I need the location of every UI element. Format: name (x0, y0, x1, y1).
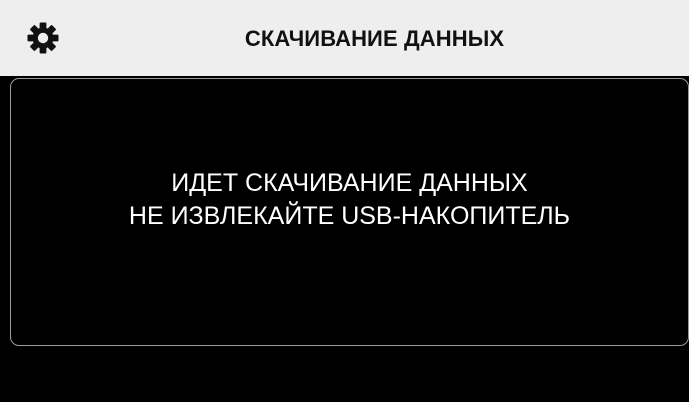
status-message-line-1: ИДЕТ СКАЧИВАНИЕ ДАННЫХ (171, 169, 528, 197)
header-bar: СКАЧИВАНИЕ ДАННЫХ (0, 0, 689, 76)
gear-icon (27, 22, 59, 54)
message-panel: ИДЕТ СКАЧИВАНИЕ ДАННЫХ НЕ ИЗВЛЕКАЙТЕ USB… (10, 78, 689, 346)
settings-button[interactable] (26, 21, 60, 55)
page-title: СКАЧИВАНИЕ ДАННЫХ (244, 26, 505, 51)
status-message: ИДЕТ СКАЧИВАНИЕ ДАННЫХ НЕ ИЗВЛЕКАЙТЕ USB… (11, 167, 688, 233)
download-screen: СКАЧИВАНИЕ ДАННЫХ ИДЕТ СКАЧИВАНИЕ ДАННЫХ… (0, 0, 689, 402)
status-message-line-2: НЕ ИЗВЛЕКАЙТЕ USB-НАКОПИТЕЛЬ (128, 202, 571, 230)
